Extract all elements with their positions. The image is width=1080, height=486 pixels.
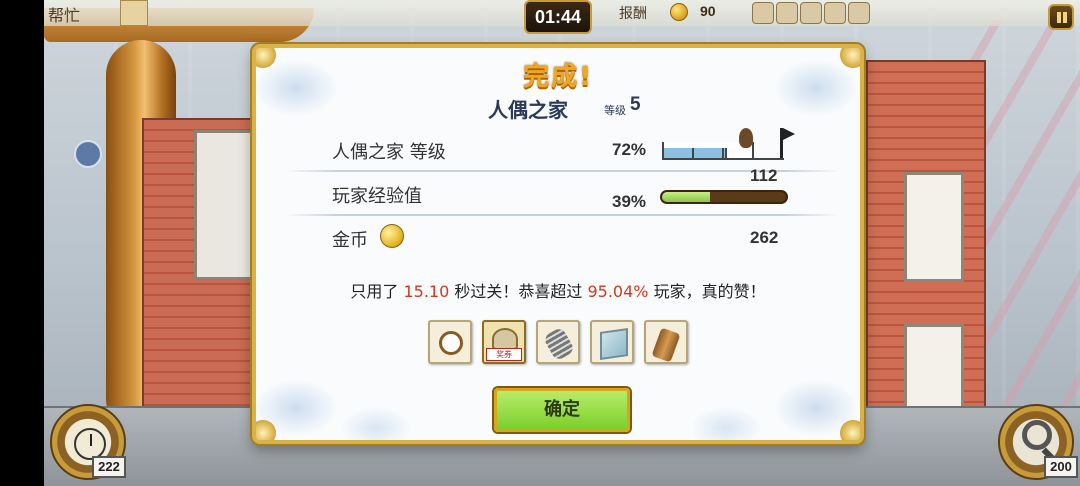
summary-suffix: 玩家，真的赞！ bbox=[648, 282, 766, 301]
timer: 01:44 bbox=[524, 0, 592, 34]
complete-title: 完成! bbox=[523, 62, 593, 92]
summary-middle: 秒过关！恭喜超过 bbox=[449, 282, 588, 301]
player-exp-bar bbox=[660, 190, 788, 204]
gold-row: 金币 262 bbox=[284, 216, 840, 260]
magnifier-tool-count: 200 bbox=[1044, 456, 1078, 478]
row-label: 玩家经验值 bbox=[332, 186, 422, 207]
ticket-icon bbox=[492, 328, 518, 350]
hint-marker-icon[interactable] bbox=[74, 140, 102, 168]
ribbons-decoration[interactable] bbox=[970, 20, 1080, 450]
ticket-tag: 奖券 bbox=[486, 348, 522, 361]
reward-label: 报酬 bbox=[619, 6, 647, 22]
dollhouse-window[interactable] bbox=[904, 324, 964, 414]
gold-coin-icon bbox=[380, 224, 404, 248]
left-letterbox bbox=[0, 0, 44, 486]
level-value: 5 bbox=[630, 94, 641, 115]
dollhouse-window[interactable] bbox=[904, 172, 964, 282]
player-exp-percent: 39% bbox=[612, 192, 647, 211]
flag-icon bbox=[780, 128, 795, 158]
progress-ticks bbox=[664, 148, 752, 158]
coin-icon bbox=[670, 3, 688, 21]
summary-text: 只用了 15.10 秒过关！恭喜超过 95.04% 玩家，真的赞！ bbox=[256, 278, 860, 302]
pocket-watch-icon bbox=[439, 331, 463, 355]
summary-time: 15.10 bbox=[403, 282, 450, 301]
reward-item[interactable] bbox=[536, 320, 580, 364]
map-icon bbox=[776, 2, 798, 24]
map-icon bbox=[600, 328, 628, 360]
player-exp-value: 112 bbox=[750, 166, 778, 185]
reward-items: 奖券 bbox=[428, 320, 688, 364]
reward-item[interactable] bbox=[644, 320, 688, 364]
helper-avatar-icon[interactable] bbox=[120, 0, 148, 26]
help-label: 帮忙 bbox=[48, 6, 81, 25]
row-label: 金币 bbox=[332, 230, 368, 251]
spring-icon bbox=[800, 2, 822, 24]
dollhouse-right[interactable] bbox=[866, 60, 986, 420]
confirm-button[interactable]: 确定 bbox=[494, 388, 630, 432]
summary-prefix: 只用了 bbox=[350, 282, 404, 301]
wood-log-icon bbox=[752, 2, 774, 24]
frame-corner-ornament bbox=[840, 420, 860, 440]
summary-percent: 95.04% bbox=[587, 282, 649, 301]
scene-level-percent: 72% bbox=[612, 140, 647, 159]
pocket-watch-icon bbox=[848, 2, 870, 24]
spring-icon bbox=[542, 326, 576, 362]
game-scene[interactable]: 帮忙 报酬 90 01:44 222 200 完成! 人偶之家 等级 5 人偶之… bbox=[44, 0, 1080, 486]
player-exp-row: 玩家经验值 39% 112 bbox=[284, 166, 840, 216]
wood-log-icon bbox=[651, 327, 681, 363]
rabbit-icon bbox=[739, 128, 753, 148]
level-complete-dialog: 完成! 人偶之家 等级 5 人偶之家 等级 72% 玩家经验值 39% 112 bbox=[252, 44, 864, 444]
magnifier-icon bbox=[1022, 420, 1052, 450]
player-exp-bar-fill bbox=[662, 192, 711, 202]
gold-value: 262 bbox=[750, 228, 779, 247]
reward-item[interactable] bbox=[428, 320, 472, 364]
clock-tool-count: 222 bbox=[92, 456, 126, 478]
reward-value: 90 bbox=[700, 3, 716, 19]
row-label: 人偶之家 等级 bbox=[332, 142, 446, 163]
level-label: 等级 bbox=[604, 104, 626, 117]
scene-name: 人偶之家 bbox=[488, 98, 568, 122]
pause-button[interactable] bbox=[1048, 4, 1074, 30]
ticket-icon bbox=[824, 2, 846, 24]
frame-corner-ornament bbox=[256, 420, 276, 440]
target-items-strip bbox=[752, 0, 870, 26]
reward-item[interactable] bbox=[590, 320, 634, 364]
reward-item[interactable]: 奖券 bbox=[482, 320, 526, 364]
